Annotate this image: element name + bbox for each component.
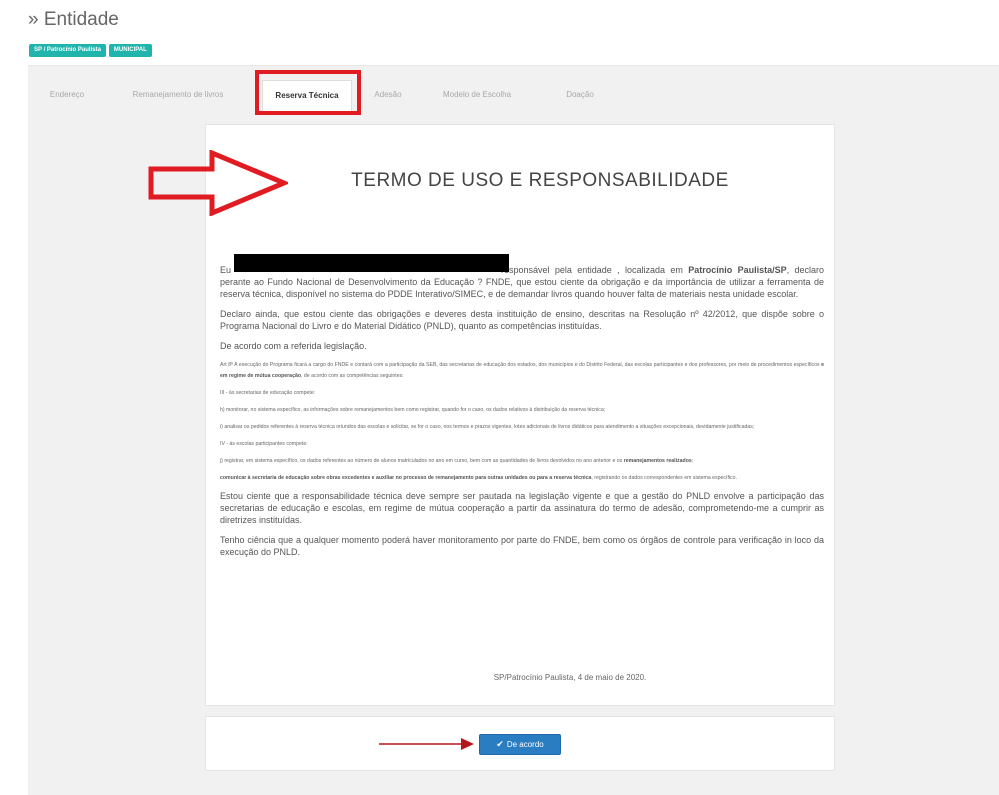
location-badge: SP / Patrocínio Paulista [29, 44, 106, 57]
tab-modelo-escolha[interactable]: Modelo de Escolha [432, 80, 522, 110]
city-name: Patrocínio Paulista/SP [688, 265, 787, 275]
item-h: h) monitorar, no sistema específico, as … [220, 407, 606, 413]
arrow-annotation-icon [148, 150, 288, 216]
agree-button[interactable]: ✔ De acordo [479, 734, 561, 755]
item-l: comunicar à secretaria de educação sobre… [220, 475, 737, 481]
entity-badges: SP / Patrocínio Paulista MUNICIPAL [29, 44, 152, 57]
item-j: j) registrar, em sistema específico, os … [220, 458, 694, 464]
tab-adesao[interactable]: Adesão [368, 80, 408, 110]
tab-endereco[interactable]: Endereço [38, 80, 96, 110]
terms-body[interactable]: Eu responsável pela entidade , localizada… [220, 264, 824, 566]
article-8-paragraph: Art 8º A execução do Programa ficará a c… [220, 362, 824, 379]
legislation-line: De acordo com a referida legislação. [220, 341, 367, 351]
signature-line: SP/Patrocínio Paulista, 4 de maio de 202… [493, 673, 647, 682]
check-icon: ✔ [496, 739, 504, 749]
pointer-arrow-icon [379, 738, 474, 750]
terms-panel: TERMO DE USO E RESPONSABILIDADE Eu respon… [205, 124, 835, 706]
item-i: i) analisar os pedidos referentes à rese… [220, 424, 755, 430]
redaction-bar [234, 254, 509, 272]
page-title: » Entidade [28, 9, 119, 30]
terms-title: TERMO DE USO E RESPONSABILIDADE [351, 170, 729, 191]
agree-button-label: De acordo [506, 740, 544, 749]
item-iii: III - às secretarias de educação compete… [220, 390, 316, 396]
item-iv: IV - às escolas participantes compete: [220, 441, 308, 447]
tab-remanejamento[interactable]: Remanejamento de livros [114, 80, 242, 110]
network-badge: MUNICIPAL [108, 44, 152, 57]
tab-doacao[interactable]: Doação [560, 80, 600, 110]
tab-annotation-box [255, 70, 361, 115]
obligations-paragraph: Declaro ainda, que estou ciente das obri… [220, 309, 824, 331]
tab-bar: Endereço Remanejamento de livros Reserva… [28, 65, 999, 112]
responsibility-paragraph: Estou ciente que a responsabilidade técn… [220, 491, 824, 525]
monitoring-paragraph: Tenho ciência que a qualquer momento pod… [220, 535, 824, 557]
